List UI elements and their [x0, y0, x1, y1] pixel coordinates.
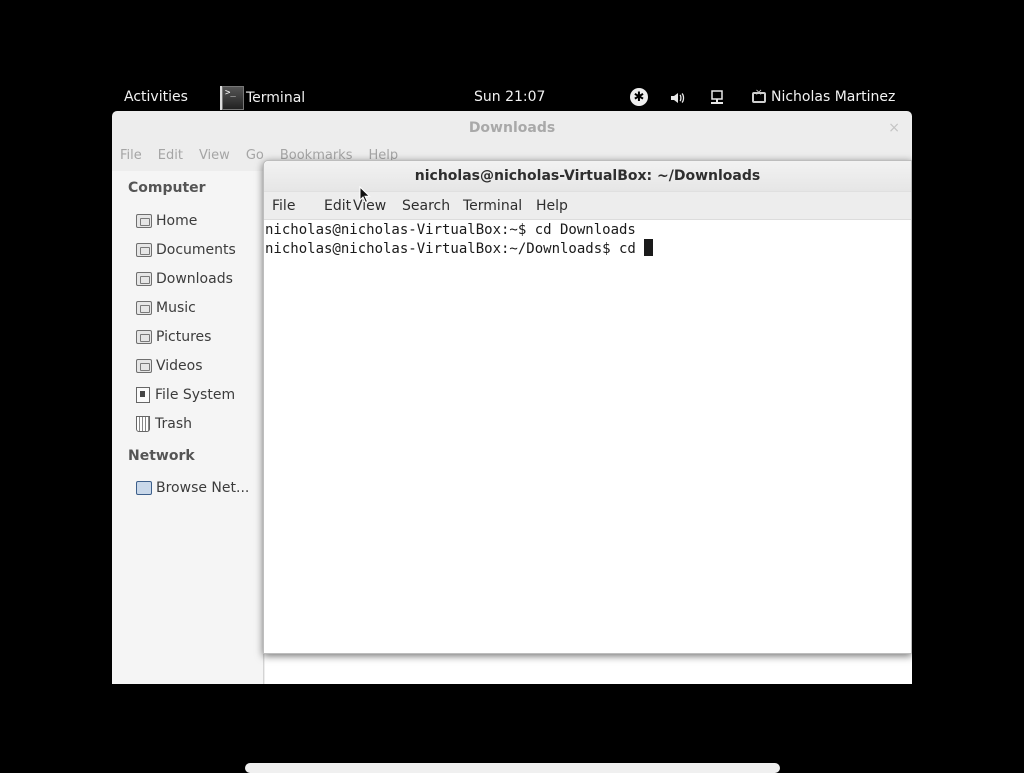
sidebar-heading-computer: Computer	[128, 180, 206, 196]
pictures-folder-icon	[136, 330, 152, 344]
downloads-folder-icon	[136, 272, 152, 286]
music-folder-icon	[136, 301, 152, 315]
files-menu-file[interactable]: File	[120, 148, 142, 163]
bottom-edge-strip	[245, 763, 780, 773]
terminal-line: nicholas@nicholas-VirtualBox:~$ cd Downl…	[265, 222, 636, 238]
sidebar-item-trash[interactable]: Trash	[136, 416, 192, 432]
sidebar-item-label: Home	[156, 213, 198, 229]
terminal-menu-search[interactable]: Search	[402, 198, 450, 214]
sidebar-item-documents[interactable]: Documents	[136, 242, 236, 258]
sidebar-item-label: Trash	[155, 416, 192, 432]
sidebar-item-label: Browse Net...	[156, 480, 250, 496]
sidebar-item-label: Pictures	[156, 329, 212, 345]
terminal-menu-edit[interactable]: Edit	[324, 198, 351, 214]
user-name: Nicholas Martinez	[771, 89, 896, 105]
documents-folder-icon	[136, 243, 152, 257]
activities-button[interactable]: Activities	[124, 89, 188, 105]
sidebar-item-label: Music	[156, 300, 196, 316]
sidebar-item-label: Videos	[156, 358, 203, 374]
volume-icon[interactable]	[669, 88, 687, 108]
sidebar-item-label: Documents	[156, 242, 236, 258]
sidebar-item-label: File System	[155, 387, 236, 403]
terminal-app-icon: >_	[220, 85, 244, 110]
network-folder-icon	[136, 481, 152, 495]
text-cursor	[644, 239, 654, 256]
home-folder-icon	[136, 214, 152, 228]
sidebar-item-videos[interactable]: Videos	[136, 358, 203, 374]
user-menu[interactable]: Nicholas Martinez	[752, 88, 896, 105]
sidebar-item-home[interactable]: Home	[136, 213, 197, 229]
top-bar: Activities >_ Terminal Sun 21:07 ✱ Nicho…	[112, 84, 912, 111]
files-menu-go[interactable]: Go	[246, 148, 264, 163]
files-window-title: Downloads	[468, 120, 556, 136]
sidebar-heading-network: Network	[128, 448, 195, 464]
chat-status-icon	[752, 88, 766, 103]
files-menu-edit[interactable]: Edit	[158, 148, 183, 163]
sidebar-item-browse-network[interactable]: Browse Net...	[136, 480, 249, 496]
app-menu-terminal[interactable]: >_ Terminal	[220, 84, 306, 111]
sidebar-item-pictures[interactable]: Pictures	[136, 329, 211, 345]
terminal-window: nicholas@nicholas-VirtualBox: ~/Download…	[263, 160, 912, 654]
sidebar-item-label: Downloads	[156, 271, 233, 287]
videos-folder-icon	[136, 359, 152, 373]
network-icon[interactable]	[710, 88, 726, 108]
terminal-prompt-line: nicholas@nicholas-VirtualBox:~/Downloads…	[265, 239, 911, 258]
clock[interactable]: Sun 21:07	[474, 89, 545, 105]
close-icon[interactable]: ×	[888, 120, 900, 136]
files-sidebar: Computer Home Documents Downloads Music …	[112, 171, 264, 684]
terminal-line: nicholas@nicholas-VirtualBox:~/Downloads…	[265, 241, 645, 257]
files-menu-view[interactable]: View	[199, 148, 230, 163]
terminal-menu-help[interactable]: Help	[536, 198, 568, 214]
app-menu-label: Terminal	[246, 89, 306, 106]
terminal-menu-terminal[interactable]: Terminal	[463, 198, 522, 214]
trash-icon	[136, 416, 150, 432]
mouse-pointer-icon	[359, 186, 371, 204]
sidebar-item-file-system[interactable]: File System	[136, 387, 235, 403]
drive-icon	[136, 387, 150, 403]
sidebar-item-downloads[interactable]: Downloads	[136, 271, 233, 287]
accessibility-icon[interactable]: ✱	[630, 88, 648, 106]
sidebar-item-music[interactable]: Music	[136, 300, 196, 316]
terminal-output[interactable]: nicholas@nicholas-VirtualBox:~$ cd Downl…	[265, 220, 911, 653]
terminal-menu-file[interactable]: File	[272, 198, 295, 214]
